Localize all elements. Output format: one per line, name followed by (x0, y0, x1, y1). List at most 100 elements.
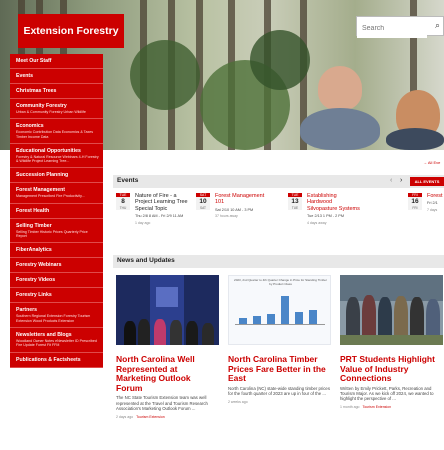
event-date: TUE 8 THU (116, 193, 130, 210)
sidebar-item-label[interactable]: Forest Management (16, 187, 99, 193)
event-relative-time: 4 days away (307, 220, 327, 225)
event-title[interactable]: Forest Burn (427, 193, 444, 199)
students-photo (340, 275, 443, 345)
sidebar-item[interactable]: Newsletters and Blogs Woodland Owner Note… (10, 328, 103, 353)
sidebar-item[interactable]: Forestry Videos (10, 273, 103, 289)
news-card[interactable]: 2023, 2nd Quarter to 4th Quarter Change … (228, 275, 331, 404)
next-arrow-icon[interactable]: › (400, 177, 402, 184)
event-time: Fri 2/1 (427, 201, 438, 206)
person-photo (300, 108, 380, 150)
sidebar-item-label[interactable]: Selling Timber (16, 223, 99, 229)
sidebar-item-sublinks[interactable]: Southern Regional Extension Forestry Tou… (16, 314, 99, 323)
event-relative-time: 1 day ago (135, 220, 151, 225)
sidebar-item-label[interactable]: Forestry Videos (16, 277, 99, 283)
event-day: 13 (288, 197, 302, 206)
event-info: Forest Management 101 Sat 2/10 10 AM - 3 … (215, 193, 269, 218)
news-meta: 1 month ago Tourism Extension (340, 405, 392, 410)
news-card[interactable]: PRT Students Highlight Value of Industry… (340, 275, 443, 409)
event-weekday: FRI (408, 206, 422, 210)
category-tag[interactable]: Tourism Extension (362, 405, 391, 409)
sidebar-item[interactable]: Community Forestry Urban & Community Fore… (10, 99, 103, 120)
news-headline[interactable]: PRT Students Highlight Value of Industry… (340, 354, 443, 384)
news-card[interactable]: North Carolina Well Represented at Marke… (116, 275, 219, 419)
pine-foliage (250, 30, 310, 90)
event-time: Tue 2/13 1 PM - 2 PM (307, 214, 344, 219)
sidebar-item[interactable]: Educational Opportunities Forestry & Natu… (10, 144, 103, 169)
news-excerpt: North Carolina (NC) state-wide standing … (228, 385, 330, 396)
prev-arrow-icon[interactable]: ‹ (390, 177, 392, 184)
event-weekday: SAT (196, 206, 210, 210)
all-events-link[interactable]: → All Eve (423, 160, 440, 165)
event-title[interactable]: Nature of Fire - a Project Learning Tree… (135, 193, 189, 212)
sidebar-item-label[interactable]: Meet Our Staff (16, 58, 99, 64)
sidebar-item[interactable]: Succession Planning (10, 168, 103, 184)
event-day: 10 (196, 197, 210, 206)
event-relative-time: 37 hours away (215, 214, 238, 219)
event-time: Thu 2/8 8 AM - Fri 2/9 11 AM (135, 214, 184, 219)
sidebar-item-label[interactable]: Forestry Webinars (16, 262, 99, 268)
event-date: TUE 13 TUE (288, 193, 302, 210)
sidebar-item[interactable]: Forestry Links (10, 288, 103, 304)
all-events-button[interactable]: ALL EVENTS (410, 177, 444, 186)
timber-price-chart: 2023, 2nd Quarter to 4th Quarter Change … (228, 275, 331, 345)
news-title: News and Updates (117, 257, 175, 264)
sidebar-item-label[interactable]: Educational Opportunities (16, 148, 99, 154)
news-excerpt: The NC State Tourism Extension team was … (116, 395, 208, 411)
search-box[interactable]: ⌕ (356, 16, 444, 38)
sidebar-item-label[interactable]: Partners (16, 307, 99, 313)
person-photo (318, 66, 362, 110)
sidebar-item[interactable]: Forestry Webinars (10, 258, 103, 274)
search-input[interactable] (357, 19, 427, 38)
sidebar-item[interactable]: Selling Timber Selling Timber Historic Pr… (10, 219, 103, 244)
sidebar-item-label[interactable]: Publications & Factsheets (16, 357, 99, 363)
sidebar-item-sublinks[interactable]: Forestry & Natural Resource Webinars 4-H… (16, 155, 99, 164)
news-excerpt: Written by Emily Prickett, Parks, Recrea… (340, 385, 434, 402)
events-header: Events ‹ › ALL EVENTS (113, 175, 444, 188)
sidebar-item[interactable]: Publications & Factsheets (10, 353, 103, 368)
sidebar-item[interactable]: Economics Economic Contribution Data Econ… (10, 119, 103, 144)
person-photo (386, 128, 444, 150)
chart-caption: 2023, 2nd Quarter to 4th Quarter Change … (234, 278, 327, 286)
sidebar-item-sublinks[interactable]: Selling Timber Historic Prices Quarterly… (16, 230, 99, 239)
sidebar-item[interactable]: Events (10, 69, 103, 84)
news-header: News and Updates (113, 255, 444, 268)
sidebar-item-label[interactable]: FiberAnalytics (16, 247, 99, 253)
events-title: Events (117, 177, 139, 184)
sidebar-item-label[interactable]: Forestry Links (16, 292, 99, 298)
sidebar-item-sublinks[interactable]: Urban & Community Forestry Urban Wildlif… (16, 110, 99, 114)
pine-foliage (130, 40, 200, 110)
event-day: 16 (408, 197, 422, 206)
event-info: Forest Burn Fri 2/1 7 days (427, 193, 444, 212)
sidebar-item[interactable]: Meet Our Staff (10, 54, 103, 69)
event-day: 8 (116, 197, 130, 206)
sidebar-item[interactable]: Forest Health (10, 204, 103, 219)
sidebar-item-sublinks[interactable]: Management Prescribed Fire Productivity.… (16, 194, 99, 198)
sidebar-item-label[interactable]: Forest Health (16, 208, 99, 214)
sidebar-item-label[interactable]: Christmas Trees (16, 88, 99, 94)
sidebar-item-sublinks[interactable]: Woodland Owner Notes eNewsletter ID Pres… (16, 339, 99, 348)
event-weekday: THU (116, 206, 130, 210)
site-title[interactable]: Extension Forestry (18, 14, 124, 48)
event-info: Establishing Hardwood Silvopasture Syste… (307, 193, 361, 225)
sidebar-item-label[interactable]: Events (16, 73, 99, 79)
sidebar-item[interactable]: Forest Management Management Prescribed F… (10, 183, 103, 204)
news-headline[interactable]: North Carolina Timber Prices Fare Better… (228, 354, 331, 384)
news-headline[interactable]: North Carolina Well Represented at Marke… (116, 354, 219, 393)
event-relative-time: 7 days (427, 208, 438, 212)
sidebar-item-label[interactable]: Newsletters and Blogs (16, 332, 99, 338)
event-title[interactable]: Establishing Hardwood Silvopasture Syste… (307, 193, 361, 212)
sidebar-item-label[interactable]: Succession Planning (16, 172, 99, 178)
news-meta: 2 weeks ago (228, 400, 248, 405)
sidebar-item-label[interactable]: Economics (16, 123, 99, 129)
event-title[interactable]: Forest Management 101 (215, 193, 269, 206)
sidebar-item[interactable]: Partners Southern Regional Extension Fore… (10, 303, 103, 328)
event-date: SAT 10 SAT (196, 193, 210, 210)
sidebar-item[interactable]: FiberAnalytics (10, 243, 103, 259)
event-info: Nature of Fire - a Project Learning Tree… (135, 193, 189, 225)
category-tag[interactable]: Tourism Extension (136, 415, 165, 419)
sidebar-item[interactable]: Christmas Trees (10, 84, 103, 99)
sidebar-item-sublinks[interactable]: Economic Contribution Data Economics & T… (16, 130, 99, 139)
sidebar-item-label[interactable]: Community Forestry (16, 103, 99, 109)
magnifier-icon[interactable]: ⌕ (435, 20, 440, 31)
event-date: FRI 16 FRI (408, 193, 422, 210)
